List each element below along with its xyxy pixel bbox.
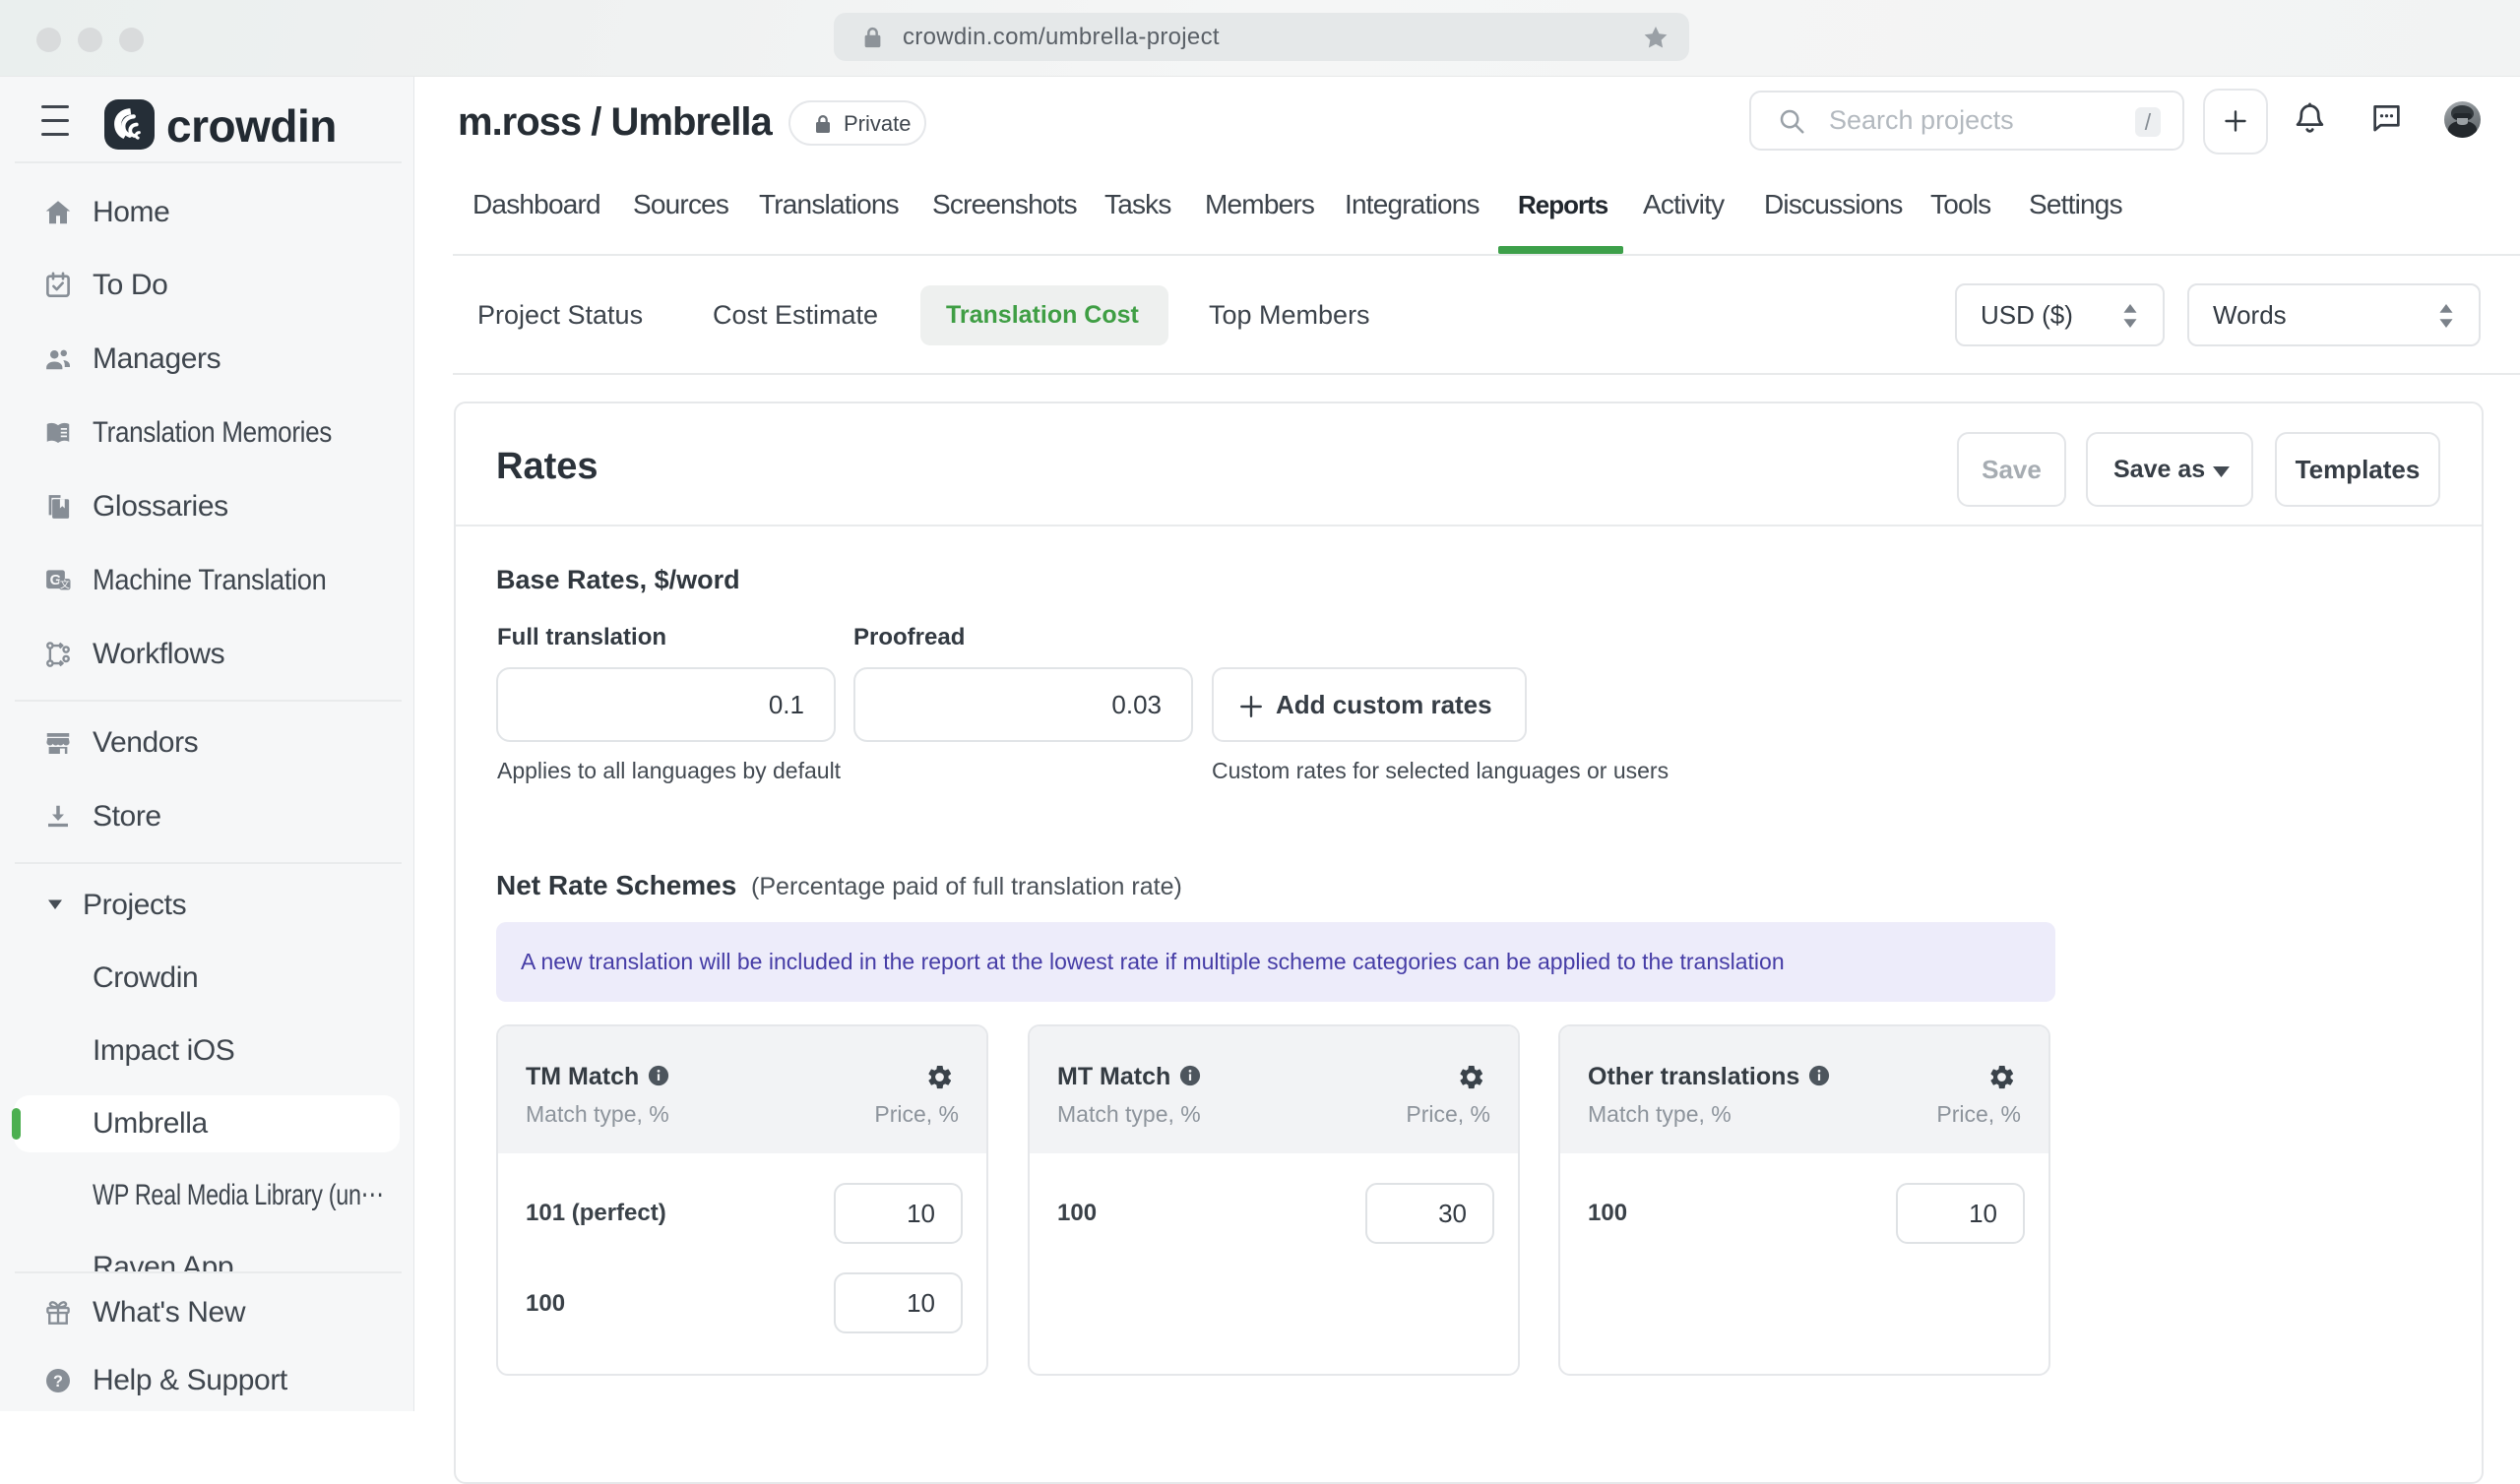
svg-text:?: ? — [53, 1372, 63, 1390]
svg-text:文: 文 — [60, 578, 70, 590]
